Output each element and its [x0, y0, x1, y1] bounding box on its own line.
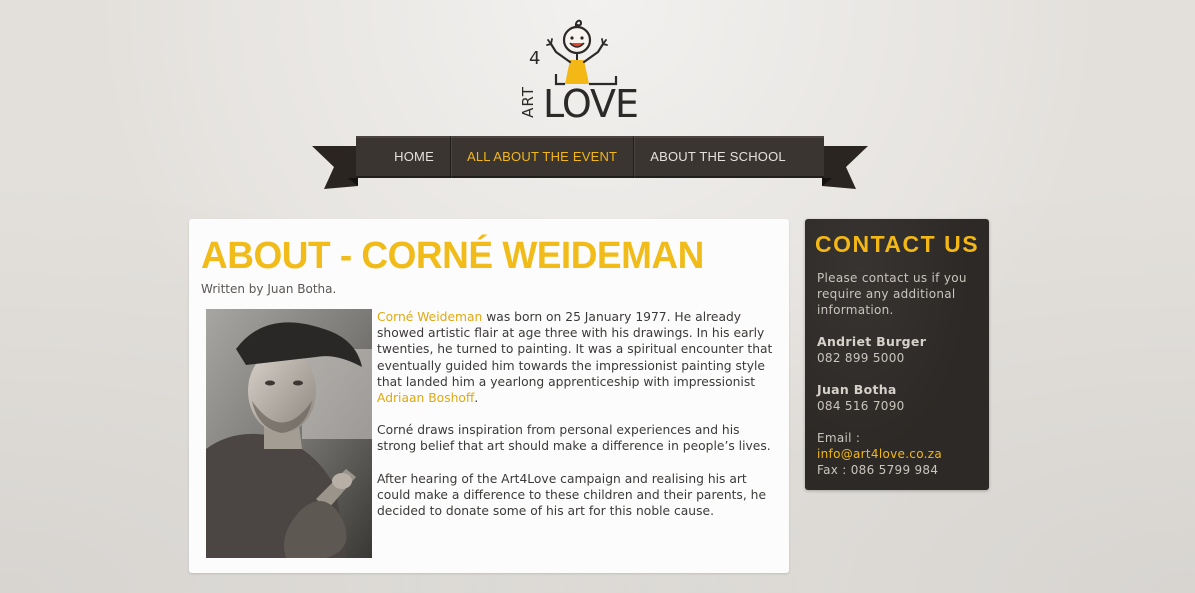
article-panel: ABOUT - CORNÉ WEIDEMAN Written by Juan B…: [189, 219, 789, 573]
paragraph-1-end: .: [474, 391, 479, 406]
nav-home[interactable]: HOME: [378, 136, 450, 178]
article-byline: Written by Juan Botha.: [201, 282, 337, 296]
contact-intro: Please contact us if you require any add…: [817, 271, 967, 317]
fax-number: Fax : 086 5799 984: [817, 463, 939, 477]
article-body: Corné Weideman was born on 25 January 19…: [377, 309, 779, 535]
artist-photo: [206, 309, 372, 558]
nav-about-the-school[interactable]: ABOUT THE SCHOOL: [634, 136, 802, 178]
logo-text-four: 4: [529, 48, 541, 69]
adriaan-boshoff-link[interactable]: Adriaan Boshoff: [377, 391, 474, 405]
main-nav: HOME ALL ABOUT THE EVENT ABOUT THE SCHOO…: [356, 136, 824, 178]
article-paragraph-2: Corné draws inspiration from personal ex…: [377, 423, 771, 454]
contact-sidebar: CONTACT US Please contact us if you requ…: [805, 219, 989, 490]
article-paragraph-1: Corné Weideman was born on 25 January 19…: [377, 309, 779, 406]
article-paragraph-3: After hearing of the Art4Love campaign a…: [377, 471, 767, 519]
contact-name: Juan Botha: [817, 382, 897, 397]
contact-phone: 084 516 7090: [817, 399, 905, 413]
email-label: Email :: [817, 431, 861, 445]
nav-all-about-the-event[interactable]: ALL ABOUT THE EVENT: [451, 136, 633, 178]
article-title: ABOUT - CORNÉ WEIDEMAN: [201, 234, 704, 277]
contact-name: Andriet Burger: [817, 334, 927, 349]
email-link[interactable]: info@art4love.co.za: [817, 446, 942, 462]
logo-text-art: ART: [519, 86, 537, 118]
contact-title: CONTACT US: [814, 231, 980, 257]
logo-text-love: LOVE: [543, 82, 639, 126]
contact-phone: 082 899 5000: [817, 351, 905, 365]
artist-name-link[interactable]: Corné Weideman: [377, 310, 482, 324]
portrait-image-icon: [206, 309, 372, 558]
